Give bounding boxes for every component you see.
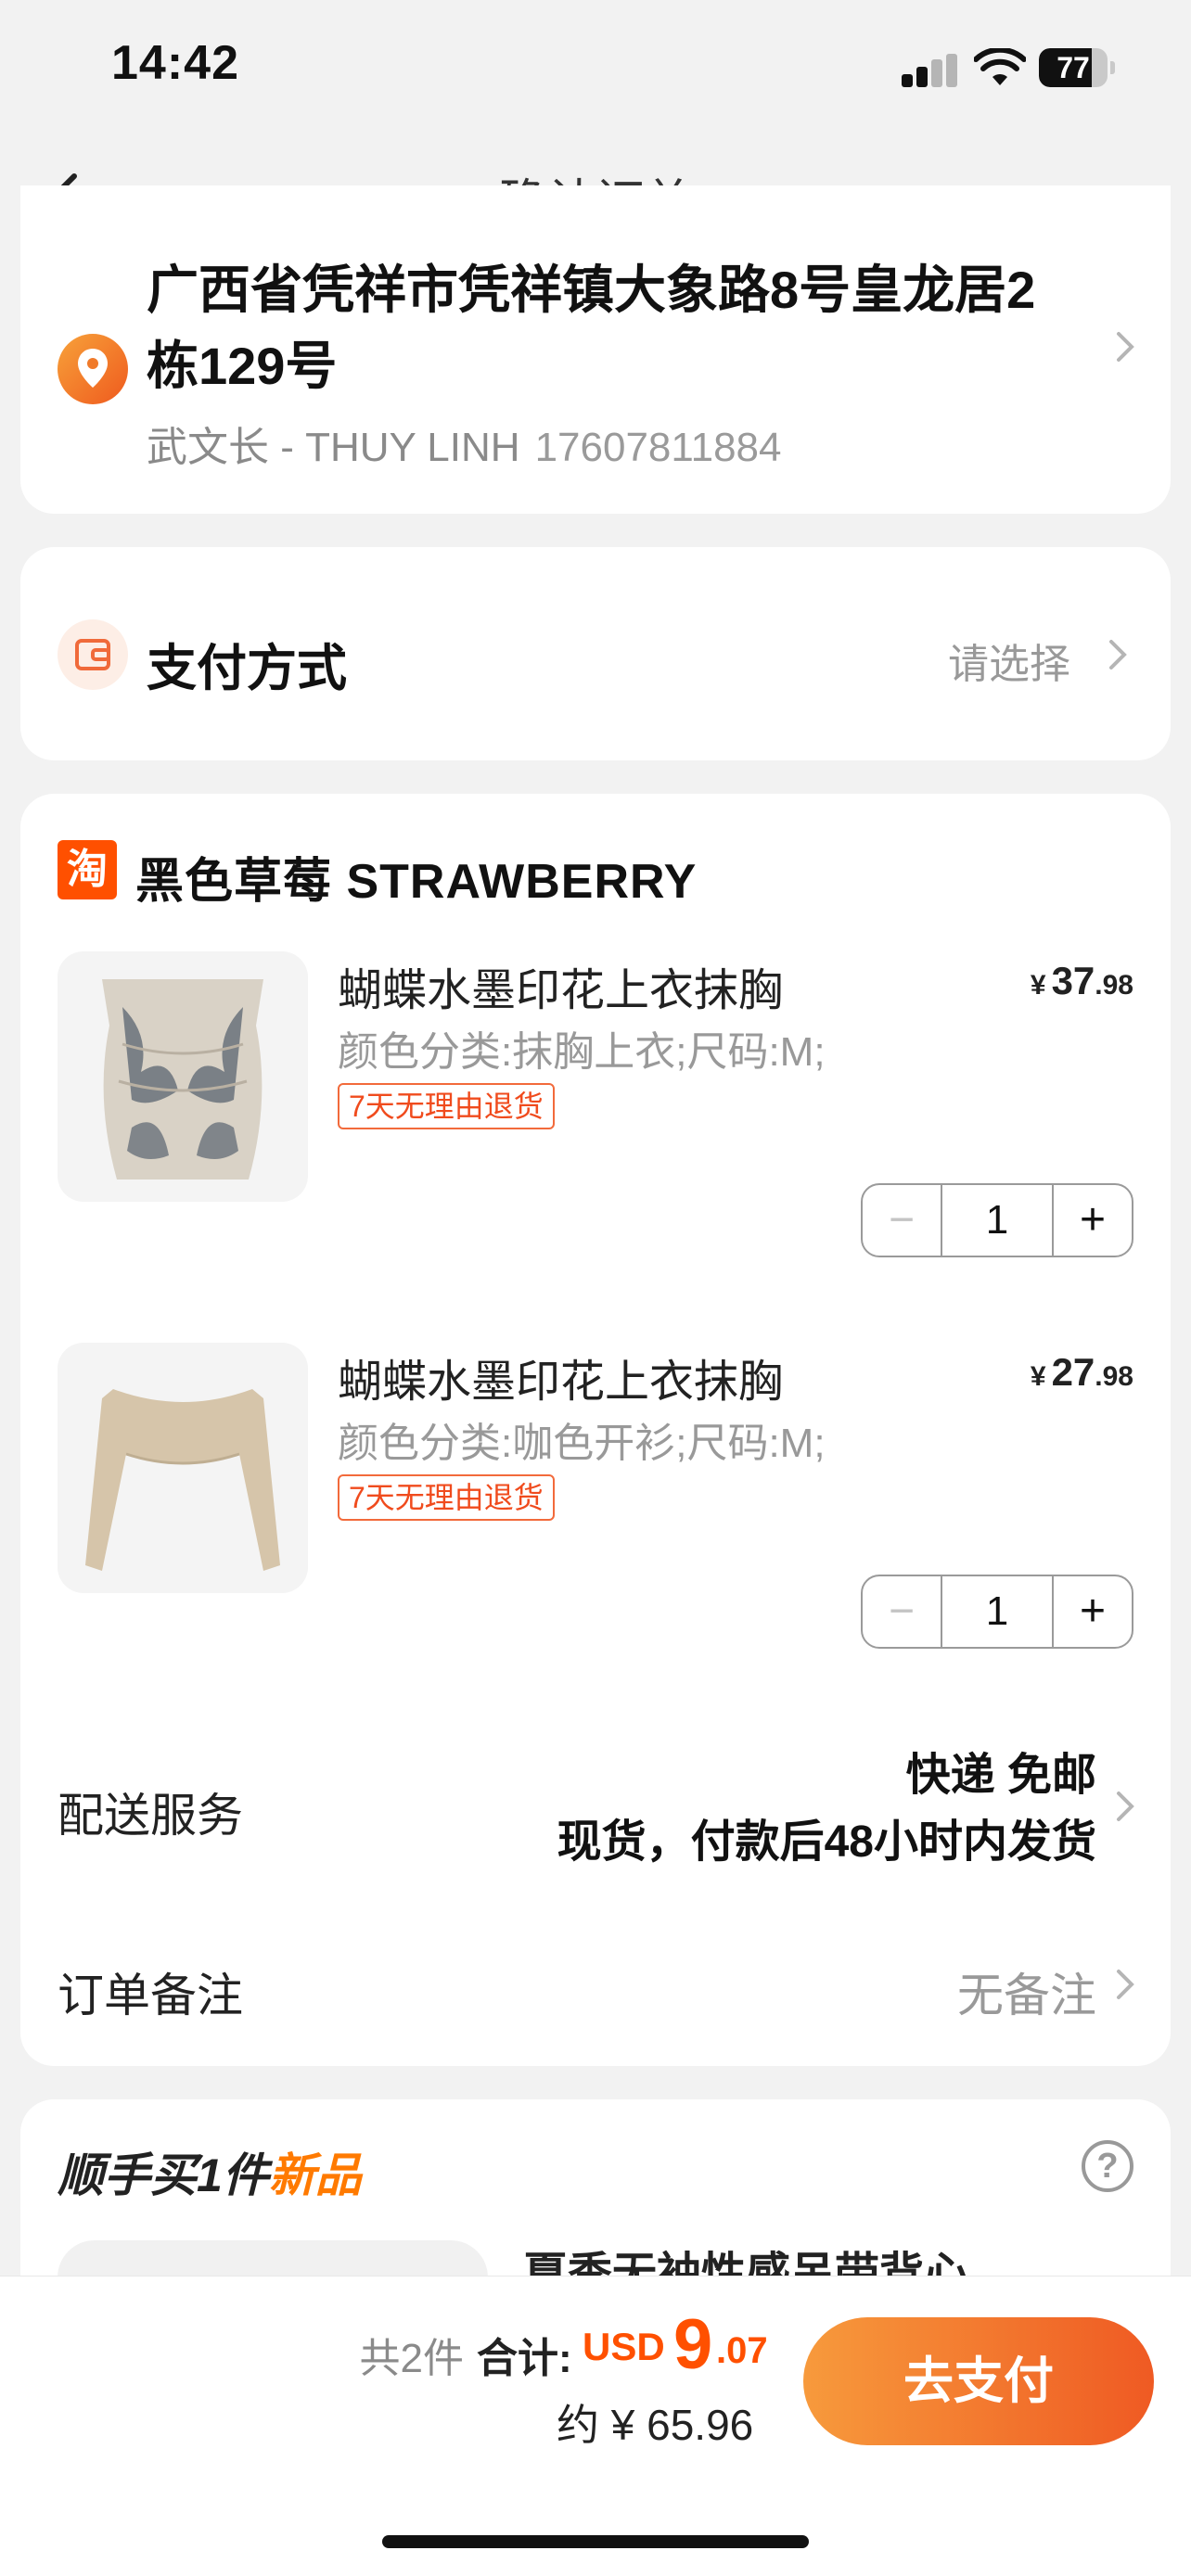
status-time: 14:42: [111, 36, 239, 90]
return-policy-tag: 7天无理由退货: [338, 1474, 555, 1521]
item-count: 共2件: [359, 2336, 464, 2381]
payment-method-value: 请选择: [948, 642, 1070, 687]
shipping-label: 配送服务: [58, 1790, 243, 1842]
total-currency: USD: [583, 2325, 665, 2368]
recommend-title: 顺手买1件新品: [58, 2149, 362, 2201]
help-icon[interactable]: ?: [1082, 2140, 1133, 2192]
quantity-stepper: − 1 +: [861, 1575, 1133, 1649]
shop-name[interactable]: 黑色草莓 STRAWBERRY: [135, 842, 697, 912]
battery-level: 77: [1057, 51, 1090, 84]
increase-button[interactable]: +: [1052, 1185, 1132, 1256]
location-pin-icon: [58, 334, 128, 404]
total-label: 合计:: [477, 2336, 572, 2381]
address-text: 广西省凭祥市凭祥镇大象路8号皇龙居2栋129号: [147, 261, 1036, 395]
return-policy-tag: 7天无理由退货: [338, 1083, 555, 1129]
item-spec[interactable]: 颜色分类:抹胸上衣;尺码:M;: [338, 1018, 826, 1078]
signal-icon: [902, 54, 959, 87]
home-indicator: [382, 2535, 809, 2548]
recipient-name: 武文长 - THUY LINH: [147, 425, 520, 470]
shipping-time: 现货，付款后48小时内发货: [557, 1817, 1096, 1867]
checkout-footer: 共2件 合计: USD 9 .07 约 ¥ 65.96 去支付: [0, 2276, 1191, 2576]
product-image[interactable]: [58, 951, 308, 1202]
order-note-value: 无备注: [957, 1970, 1096, 2021]
quantity-value[interactable]: 1: [942, 1185, 1052, 1256]
taobao-logo: 淘: [58, 840, 117, 899]
quantity-value[interactable]: 1: [942, 1576, 1052, 1647]
wifi-icon: [974, 48, 1026, 85]
item-price: ¥27.98: [1030, 1350, 1133, 1394]
address-contact: 武文长 - THUY LINH 17607811884: [147, 414, 781, 473]
recipient-phone: 17607811884: [534, 425, 782, 470]
product-image[interactable]: [58, 1343, 308, 1593]
battery-icon: 77: [1039, 48, 1115, 87]
order-note-label: 订单备注: [58, 1970, 243, 2021]
order-card: 淘 黑色草莓 STRAWBERRY 蝴蝶水墨印花上衣抹胸 颜色分类:抹胸上衣;尺…: [20, 794, 1171, 2066]
address-card[interactable]: 广西省凭祥市凭祥镇大象路8号皇龙居2栋129号 武文长 - THUY LINH 1…: [20, 185, 1171, 514]
quantity-stepper: − 1 +: [861, 1183, 1133, 1257]
increase-button[interactable]: +: [1052, 1576, 1132, 1647]
chevron-right-icon: [1117, 332, 1134, 362]
total-amount-integer: 9: [673, 2305, 713, 2384]
pay-button[interactable]: 去支付: [803, 2317, 1154, 2445]
item-spec[interactable]: 颜色分类:咖色开衫;尺码:M;: [338, 1409, 826, 1469]
payment-method-label: 支付方式: [147, 641, 347, 696]
payment-method-row[interactable]: 支付方式 请选择: [20, 547, 1171, 760]
total-amount-decimal: .07: [716, 2330, 768, 2371]
item-title[interactable]: 蝴蝶水墨印花上衣抹胸: [338, 1345, 783, 1409]
chevron-right-icon: [1117, 1792, 1134, 1821]
chevron-right-icon: [1109, 640, 1127, 670]
wallet-icon: [58, 619, 128, 690]
chevron-right-icon: [1117, 1970, 1134, 1999]
status-bar: 14:42 77: [0, 0, 1191, 139]
decrease-button[interactable]: −: [863, 1576, 942, 1647]
item-price: ¥37.98: [1030, 959, 1133, 1002]
decrease-button[interactable]: −: [863, 1185, 942, 1256]
total-approx-cny: 约 ¥ 65.96: [557, 2401, 754, 2449]
shipping-method: 快递 免邮: [905, 1751, 1096, 1800]
item-title[interactable]: 蝴蝶水墨印花上衣抹胸: [338, 953, 783, 1018]
